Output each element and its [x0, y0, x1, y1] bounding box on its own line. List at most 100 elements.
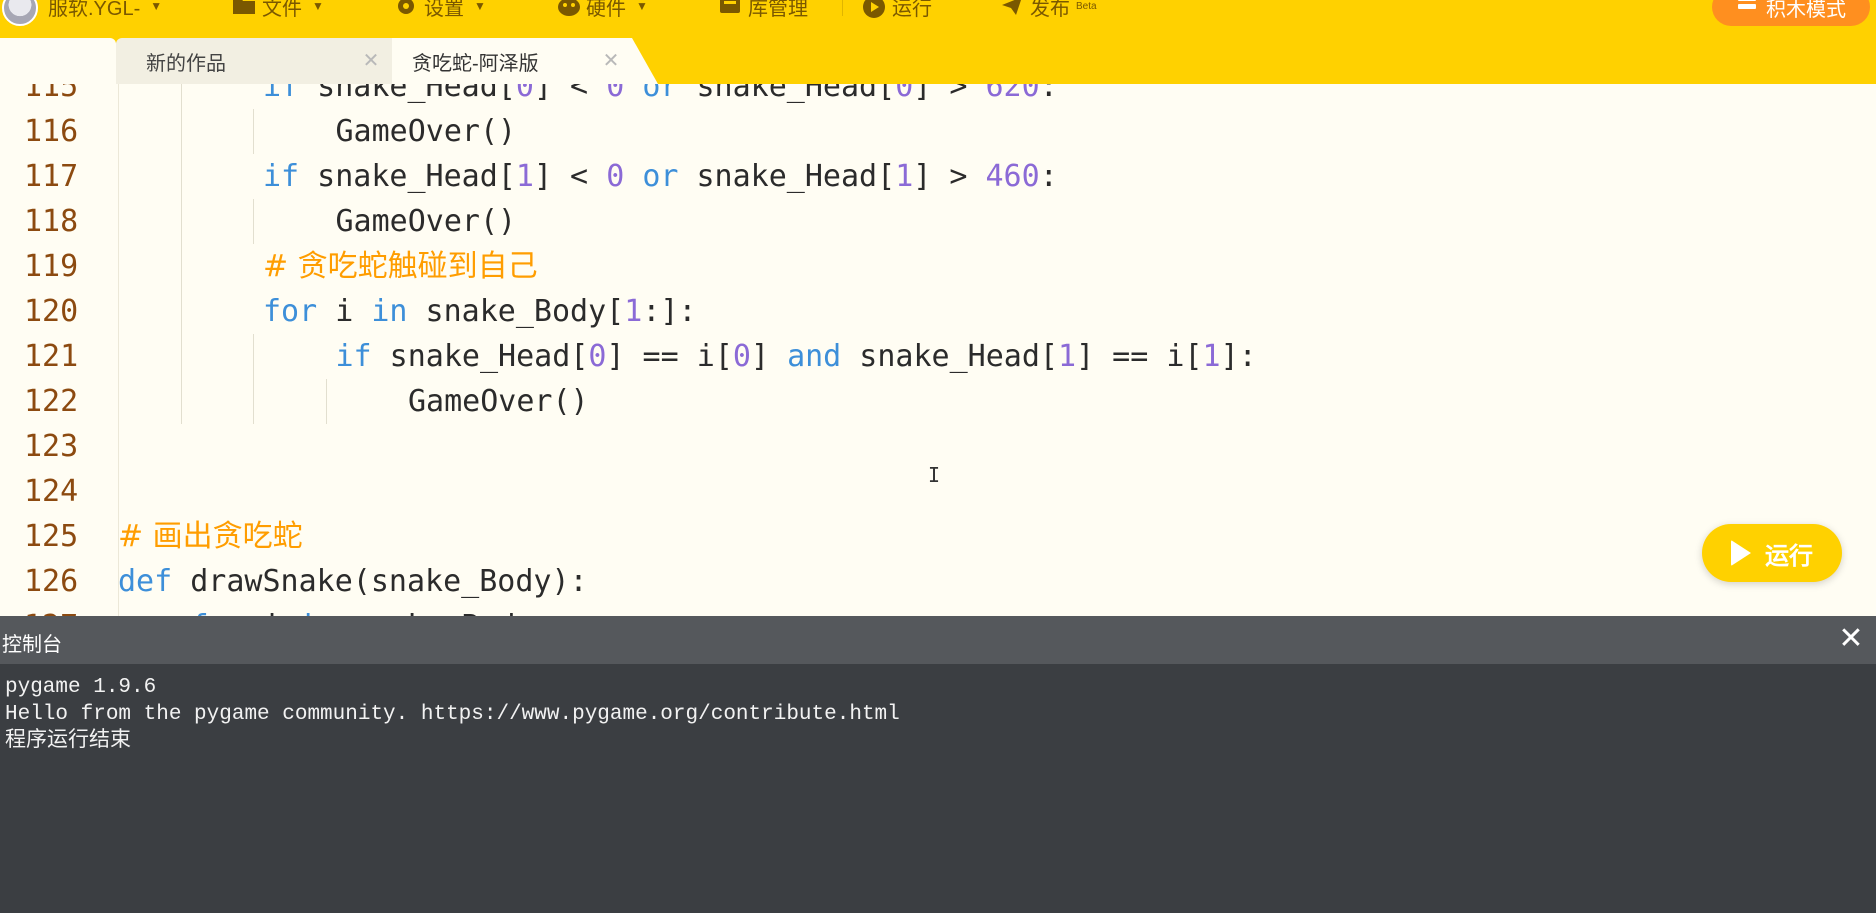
console-title: 控制台 — [2, 634, 62, 656]
console-header: 控制台 ✕ — [0, 616, 1876, 664]
comment-token: # 画出贪吃蛇 — [118, 519, 303, 554]
play-circle-icon — [862, 0, 886, 18]
code-token: i — [245, 609, 299, 616]
hardware-menu[interactable]: 硬件 ▼ — [556, 0, 648, 20]
line-number: 118 — [24, 204, 79, 239]
hardware-menu-label: 硬件 — [586, 0, 626, 20]
code-line[interactable]: 120 for i in snake_Body[1:]: — [0, 289, 1876, 334]
number-token: 0 — [606, 159, 625, 194]
code-token: snake_Head[ — [299, 84, 516, 104]
file-menu-label: 文件 — [262, 0, 302, 20]
code-token: ] < — [533, 84, 607, 104]
settings-menu-label: 设置 — [424, 0, 464, 20]
number-token: 0 — [606, 84, 625, 104]
console-line: Hello from the pygame community. https:/… — [5, 703, 900, 726]
keyword-token: in — [371, 294, 408, 329]
indent-guide — [180, 154, 182, 199]
line-number: 127 — [24, 604, 86, 616]
keyword-token: if — [263, 84, 300, 104]
library-icon — [718, 0, 742, 17]
code-token: ]: — [1220, 339, 1257, 374]
line-number: 125 — [24, 519, 79, 554]
tab-label: 新的作品 — [146, 52, 226, 75]
user-menu[interactable]: 服软.YGL- ▼ — [48, 0, 162, 20]
indent-guide — [253, 334, 254, 379]
tab-bar: 新的作品 ✕ 贪吃蛇-阿泽版 ✕ — [0, 38, 1876, 84]
number-token: 1 — [515, 159, 534, 194]
code-line[interactable]: 116 GameOver() — [0, 109, 1876, 154]
blocks-mode-label: 积木模式 — [1766, 0, 1846, 21]
close-icon[interactable]: ✕ — [1836, 624, 1866, 654]
comment-token: # 贪吃蛇触碰到自己 — [263, 249, 538, 284]
indent-guide — [180, 289, 182, 334]
library-manager-label: 库管理 — [748, 0, 808, 20]
library-manager-menu[interactable]: 库管理 — [718, 0, 808, 20]
code-token: GameOver() — [335, 114, 517, 149]
line-number: 116 — [24, 114, 79, 149]
tab-bar-spacer — [0, 38, 116, 84]
code-line[interactable]: 126 def drawSnake(snake_Body): — [0, 559, 1876, 604]
keyword-token: for — [263, 294, 318, 329]
tab-snake-game[interactable]: 贪吃蛇-阿泽版 ✕ — [392, 38, 658, 84]
code-line[interactable]: 122 GameOver() — [0, 379, 1876, 424]
line-number: 123 — [24, 429, 79, 464]
keyword-token: in — [299, 609, 335, 616]
file-menu[interactable]: 文件 ▼ — [232, 0, 324, 20]
settings-menu[interactable]: 设置 ▼ — [394, 0, 486, 20]
code-text: for i in snake_Body[1:]: — [263, 289, 697, 334]
code-text: GameOver() — [408, 379, 589, 424]
publish-menu[interactable]: 发布 Beta — [1000, 0, 1097, 20]
number-token: 0 — [515, 84, 534, 104]
line-number: 126 — [24, 564, 79, 599]
line-number: 122 — [24, 384, 79, 419]
run-menu-label: 运行 — [892, 0, 932, 20]
code-token: :]: — [642, 294, 697, 329]
chevron-down-icon: ▼ — [636, 0, 648, 13]
tab-new-work[interactable]: 新的作品 ✕ — [116, 38, 392, 84]
indent-guide — [180, 379, 182, 424]
code-token: snake_Head[ — [841, 339, 1058, 374]
number-token: 1 — [1202, 339, 1221, 374]
code-token: snake_Body: — [335, 609, 552, 616]
console-line: pygame 1.9.6 — [5, 676, 157, 699]
code-line[interactable]: 119 # 贪吃蛇触碰到自己 — [0, 244, 1876, 289]
line-number: 124 — [24, 474, 79, 509]
paper-plane-icon — [1000, 0, 1024, 17]
keyword-token: def — [118, 564, 173, 599]
code-line[interactable]: 117 if snake_Head[1] < 0 or snake_Head[1]… — [0, 154, 1876, 199]
code-token: ] > — [913, 159, 986, 194]
code-line[interactable]: 125 # 画出贪吃蛇 — [0, 514, 1876, 559]
code-token: snake_Head[ — [371, 339, 589, 374]
code-line[interactable]: 118 GameOver() — [0, 199, 1876, 244]
close-icon[interactable]: ✕ — [360, 50, 382, 72]
number-token: 1 — [895, 159, 914, 194]
play-icon — [1731, 540, 1751, 566]
code-token: GameOver() — [335, 204, 517, 239]
code-line[interactable]: 127 for i in snake_Body: — [0, 604, 1876, 616]
blocks-mode-button[interactable]: 积木模式 — [1712, 0, 1870, 26]
code-text: if snake_Head[0] == i[0] and snake_Head[… — [336, 334, 1257, 379]
code-token: snake_Head[ — [678, 159, 896, 194]
code-line[interactable]: 121 if snake_Head[0] == i[0] and snake_He… — [0, 334, 1876, 379]
top-toolbar: 服软.YGL- ▼ 文件 ▼ 设置 ▼ 硬件 ▼ 库管理 运行 发布 Beta … — [0, 0, 1876, 84]
code-text: # 画出贪吃蛇 — [118, 514, 303, 559]
beta-badge: Beta — [1076, 0, 1097, 12]
keyword-token: if — [335, 339, 372, 374]
keyword-token: and — [787, 339, 842, 374]
line-number: 121 — [24, 339, 79, 374]
text-cursor-icon: I — [928, 463, 941, 487]
code-editor[interactable]: 115 if snake_Head[0] < 0 or snake_Head[0]… — [0, 84, 1876, 616]
line-number: 120 — [24, 294, 79, 329]
run-menu[interactable]: 运行 — [862, 0, 932, 20]
code-token: drawSnake(snake_Body): — [172, 564, 588, 599]
line-number: 117 — [24, 159, 79, 194]
run-button[interactable]: 运行 — [1702, 524, 1842, 582]
code-token: snake_Body[ — [407, 294, 625, 329]
code-line[interactable]: 115 if snake_Head[0] < 0 or snake_Head[0]… — [0, 84, 1876, 109]
avatar[interactable] — [2, 0, 38, 26]
hardware-icon — [556, 0, 580, 17]
close-icon[interactable]: ✕ — [600, 50, 622, 72]
run-button-label: 运行 — [1765, 542, 1813, 570]
code-token: snake_Head[ — [299, 159, 516, 194]
code-text: if snake_Head[0] < 0 or snake_Head[0] > … — [263, 84, 1058, 109]
